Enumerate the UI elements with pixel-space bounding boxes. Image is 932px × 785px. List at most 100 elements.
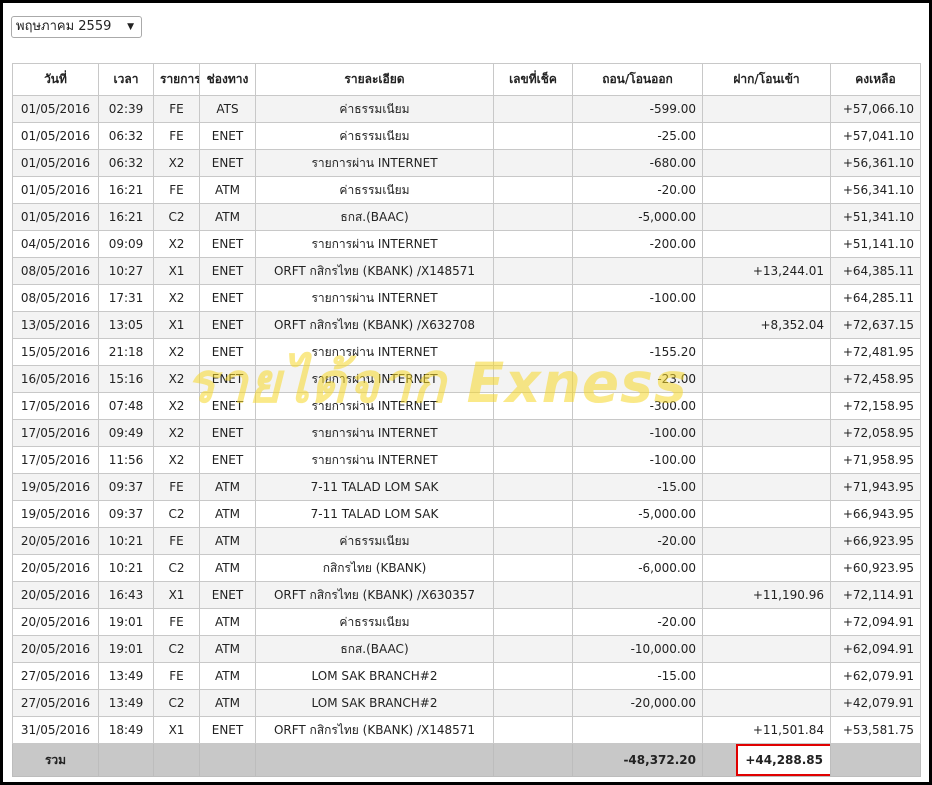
cell-code: X1 (153, 716, 200, 744)
cell-date: 31/05/2016 (12, 716, 99, 744)
cell-detail: ธกส.(BAAC) (255, 203, 494, 231)
cell-code: FE (153, 527, 200, 555)
cell-withdraw: -5,000.00 (572, 500, 703, 528)
cell-withdraw: -200.00 (572, 230, 703, 258)
cell-cheque (493, 338, 573, 366)
cell-date: 01/05/2016 (12, 176, 99, 204)
col-header-withdraw: ถอน/โอนออก (572, 63, 703, 96)
cell-withdraw: -100.00 (572, 419, 703, 447)
cell-date: 16/05/2016 (12, 365, 99, 393)
cell-cheque (493, 149, 573, 177)
cell-withdraw: -15.00 (572, 662, 703, 690)
cell-cheque (493, 176, 573, 204)
cell-detail: รายการผ่าน INTERNET (255, 392, 494, 420)
table-row: 01/05/2016 06:32 FE ENET ค่าธรรมเนียม -25.00 +… (12, 122, 921, 150)
cell-channel: ENET (199, 230, 256, 258)
cell-date: 01/05/2016 (12, 122, 99, 150)
cell-cheque (493, 122, 573, 150)
cell-channel: ENET (199, 392, 256, 420)
cell-time: 16:21 (98, 176, 154, 204)
cell-channel: ENET (199, 257, 256, 285)
cell-channel: ATM (199, 500, 256, 528)
cell-balance: +57,041.10 (830, 122, 921, 150)
cell-date: 17/05/2016 (12, 446, 99, 474)
cell-detail: ธกส.(BAAC) (255, 635, 494, 663)
cell-balance: +62,079.91 (830, 662, 921, 690)
cell-detail: รายการผ่าน INTERNET (255, 446, 494, 474)
cell-deposit (702, 392, 831, 420)
cell-cheque (493, 365, 573, 393)
cell-withdraw (572, 716, 703, 744)
cell-time: 09:09 (98, 230, 154, 258)
cell-balance: +72,058.95 (830, 419, 921, 447)
cell-date: 08/05/2016 (12, 257, 99, 285)
col-header-channel: ช่องทาง (199, 63, 256, 96)
chevron-down-icon: ▼ (127, 22, 134, 32)
month-select[interactable]: พฤษภาคม 2559 ▼ (11, 16, 142, 38)
cell-detail: กสิกรไทย (KBANK) (255, 554, 494, 582)
cell-time: 06:32 (98, 149, 154, 177)
cell-date: 20/05/2016 (12, 581, 99, 609)
cell-balance: +56,361.10 (830, 149, 921, 177)
cell-time: 10:27 (98, 257, 154, 285)
cell-channel: ENET (199, 149, 256, 177)
cell-channel: ENET (199, 122, 256, 150)
cell-cheque (493, 284, 573, 312)
cell-date: 20/05/2016 (12, 527, 99, 555)
cell-date: 01/05/2016 (12, 203, 99, 231)
cell-cheque (493, 203, 573, 231)
cell-cheque (493, 446, 573, 474)
table-row: 01/05/2016 16:21 C2 ATM ธกส.(BAAC) -5,000.00 +… (12, 203, 921, 231)
cell-withdraw: -100.00 (572, 284, 703, 312)
cell-deposit (702, 689, 831, 717)
cell-withdraw: -20.00 (572, 527, 703, 555)
cell-deposit: +13,244.01 (702, 257, 831, 285)
cell-cheque (493, 392, 573, 420)
table-row: 17/05/2016 07:48 X2 ENET รายการผ่าน INTERNET… (12, 392, 921, 420)
cell-deposit (702, 365, 831, 393)
total-withdraw: -48,372.20 (572, 743, 703, 777)
cell-channel: ATM (199, 554, 256, 582)
cell-channel: ATM (199, 662, 256, 690)
cell-withdraw: -300.00 (572, 392, 703, 420)
cell-code: C2 (153, 500, 200, 528)
cell-code: X2 (153, 419, 200, 447)
cell-deposit: +8,352.04 (702, 311, 831, 339)
cell-deposit (702, 608, 831, 636)
table-row: 17/05/2016 09:49 X2 ENET รายการผ่าน INTERNET… (12, 419, 921, 447)
cell-channel: ENET (199, 446, 256, 474)
cell-time: 09:49 (98, 419, 154, 447)
cell-code: X2 (153, 392, 200, 420)
cell-date: 13/05/2016 (12, 311, 99, 339)
cell-channel: ATM (199, 203, 256, 231)
month-select-value: พฤษภาคม 2559 (16, 19, 112, 34)
cell-deposit (702, 203, 831, 231)
cell-date: 27/05/2016 (12, 689, 99, 717)
cell-withdraw: -20,000.00 (572, 689, 703, 717)
cell-detail: ค่าธรรมเนียม (255, 608, 494, 636)
cell-withdraw: -599.00 (572, 95, 703, 123)
cell-deposit (702, 662, 831, 690)
cell-deposit (702, 473, 831, 501)
cell-channel: ENET (199, 419, 256, 447)
cell-cheque (493, 662, 573, 690)
cell-date: 19/05/2016 (12, 500, 99, 528)
cell-balance: +51,341.10 (830, 203, 921, 231)
cell-detail: ORFT กสิกรไทย (KBANK) /X148571 (255, 716, 494, 744)
cell-code: X1 (153, 257, 200, 285)
table-row: 13/05/2016 13:05 X1 ENET ORFT กสิกรไทย (KBAN… (12, 311, 921, 339)
cell-balance: +72,114.91 (830, 581, 921, 609)
cell-withdraw (572, 311, 703, 339)
cell-channel: ATS (199, 95, 256, 123)
cell-cheque (493, 608, 573, 636)
cell-cheque (493, 689, 573, 717)
cell-withdraw: -23.00 (572, 365, 703, 393)
total-row: รวม -48,372.20 +44,288.85 (12, 743, 921, 777)
cell-withdraw: -680.00 (572, 149, 703, 177)
cell-time: 16:43 (98, 581, 154, 609)
cell-date: 19/05/2016 (12, 473, 99, 501)
cell-time: 13:49 (98, 689, 154, 717)
cell-detail: ORFT กสิกรไทย (KBANK) /X630357 (255, 581, 494, 609)
cell-detail: รายการผ่าน INTERNET (255, 230, 494, 258)
cell-time: 15:16 (98, 365, 154, 393)
